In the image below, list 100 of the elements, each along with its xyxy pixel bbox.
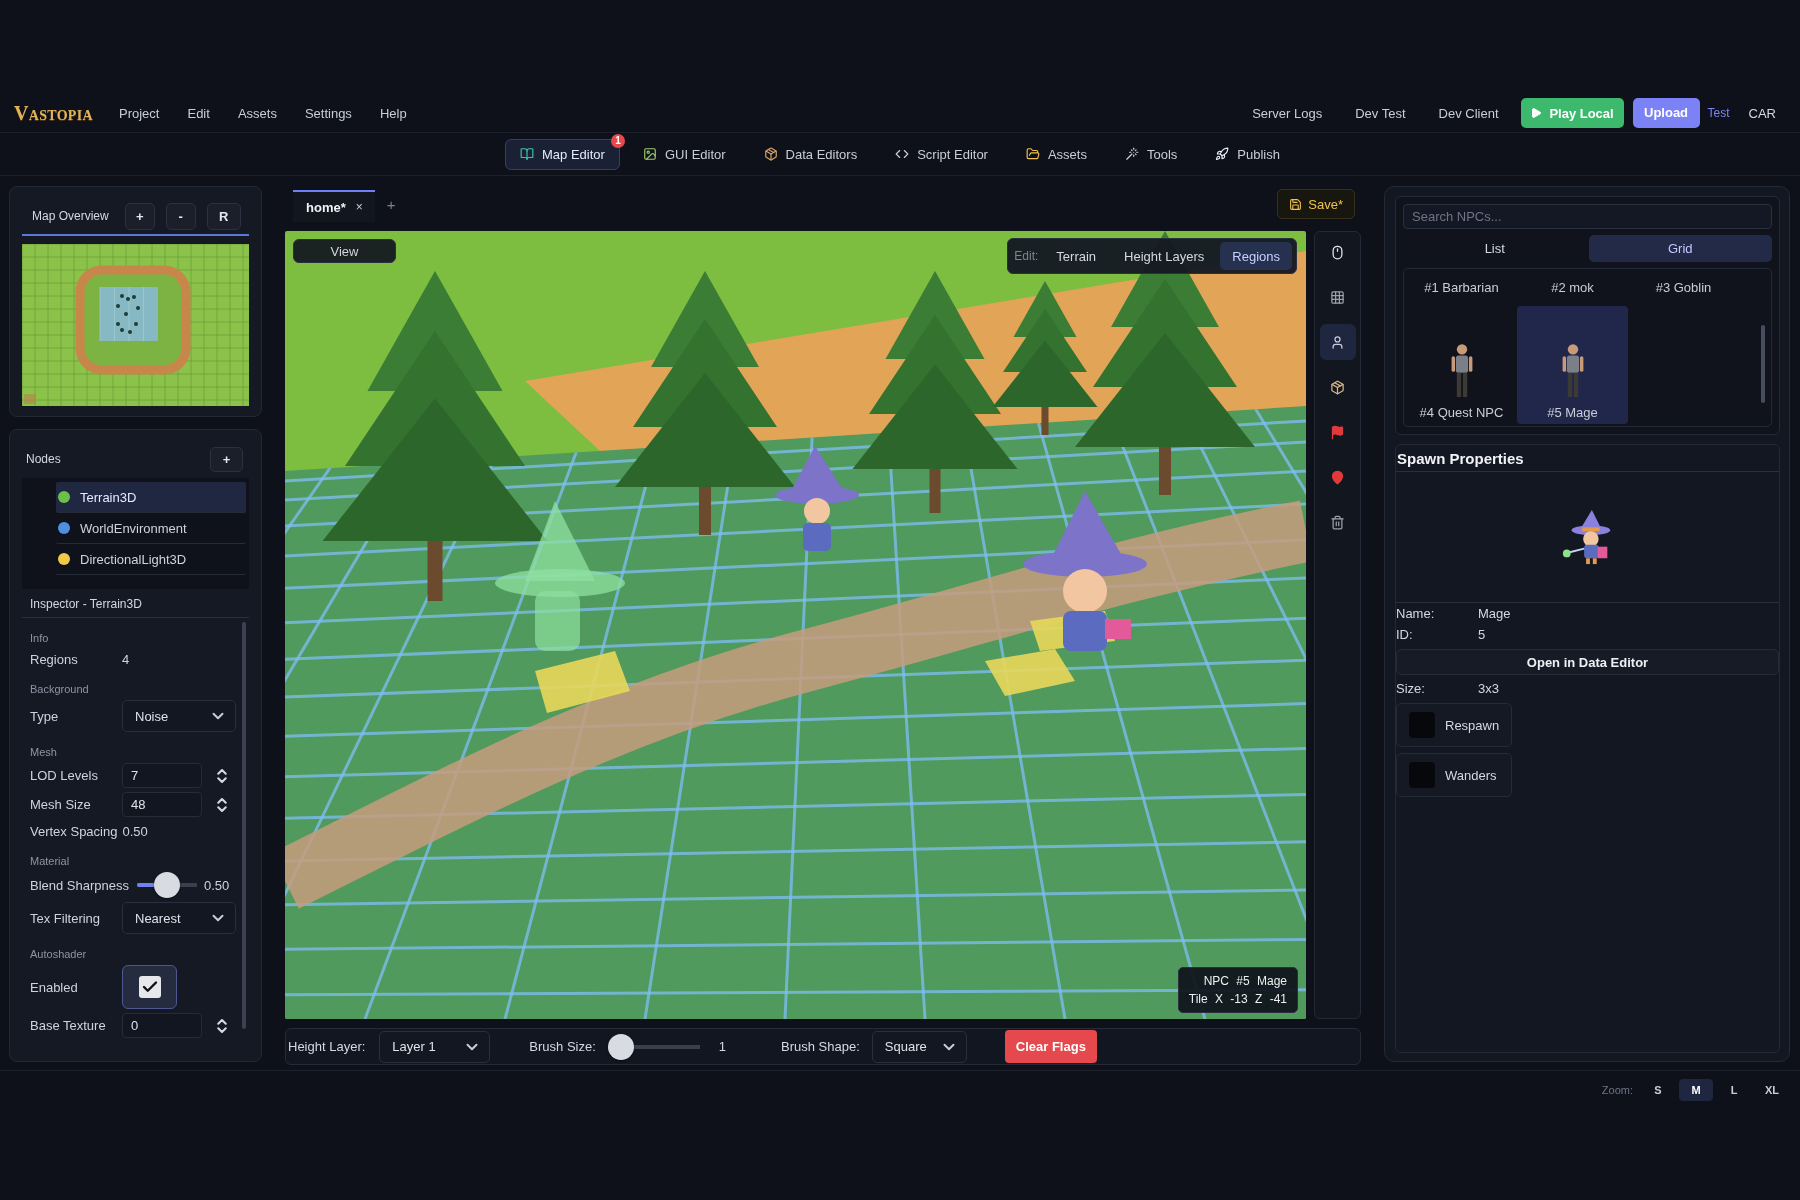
property-label: Size: <box>1396 681 1426 696</box>
node-label: Terrain3D <box>80 489 137 505</box>
nav-link[interactable]: Dev Client <box>1438 105 1499 121</box>
property-value: Mage <box>1478 606 1511 621</box>
checkbox[interactable] <box>122 965 177 1009</box>
property-label: Name: <box>1396 606 1436 621</box>
scrollbar[interactable] <box>1761 325 1765 403</box>
image-icon <box>642 147 657 161</box>
tool-button[interactable] <box>1319 324 1356 360</box>
view-button[interactable]: View <box>293 239 396 263</box>
number-field[interactable]: 48 <box>122 792 202 817</box>
property-label: ID: <box>1396 627 1414 642</box>
dropdown[interactable]: Nearest <box>122 902 236 934</box>
tree-item[interactable]: WorldEnvironment <box>56 513 246 544</box>
tree-item[interactable]: Terrain3D <box>56 482 246 513</box>
open-data-editor-button[interactable]: Open in Data Editor <box>1396 649 1779 675</box>
slider-value: 1 <box>718 1039 727 1054</box>
editor-tab[interactable]: Tools <box>1109 138 1193 170</box>
dropdown[interactable]: Noise <box>122 700 236 732</box>
number-field[interactable]: 0 <box>122 1013 202 1038</box>
tree-item[interactable]: DirectionalLight3D <box>56 544 246 575</box>
npc-card[interactable]: #3 Goblin <box>1628 269 1739 306</box>
editor-tab[interactable]: Data Editors <box>748 138 873 170</box>
box-icon <box>1330 379 1345 395</box>
editor-tab[interactable]: Publish <box>1200 138 1295 170</box>
nav-link[interactable]: Dev Test <box>1355 105 1406 121</box>
checkbox[interactable] <box>1409 762 1435 788</box>
view-toggle-button[interactable]: List <box>1403 235 1587 262</box>
zoom-option[interactable]: S <box>1641 1078 1675 1101</box>
panel-title: Inspector - Terrain3D <box>30 596 142 611</box>
folder-icon <box>1025 147 1040 161</box>
panel-title: Nodes <box>26 452 61 466</box>
zoom-option[interactable]: XL <box>1755 1078 1789 1101</box>
property-label: Blend Sharpness <box>30 877 130 893</box>
slider-thumb[interactable] <box>607 1033 634 1060</box>
rocket-icon <box>1215 147 1230 161</box>
zoom-label: Zoom: <box>1601 1083 1633 1096</box>
mode-tab[interactable]: Height Layers <box>1112 242 1217 270</box>
field-label: Brush Size: <box>529 1039 596 1054</box>
npc-card[interactable]: #5 Mage <box>1517 306 1628 424</box>
notification-badge: 1 <box>610 133 625 148</box>
number-field[interactable]: 7 <box>122 763 202 788</box>
scrollbar[interactable] <box>242 622 246 1029</box>
property-label: Base Texture <box>30 1018 107 1033</box>
zoom-option[interactable]: M <box>1679 1078 1713 1101</box>
section-heading: Background <box>30 682 89 697</box>
map-tool-button[interactable]: - <box>165 202 196 230</box>
dropdown[interactable]: Square <box>871 1030 967 1063</box>
property-value: 5 <box>1478 627 1486 642</box>
editor-tab[interactable]: GUI Editor <box>627 138 741 170</box>
editor-tab[interactable]: Script Editor <box>880 138 1003 170</box>
property-label: Vertex Spacing <box>30 823 119 839</box>
add-tab-button[interactable]: + <box>386 195 396 213</box>
menu-item[interactable]: Settings <box>304 105 352 121</box>
npc-card[interactable]: #4 Quest NPC <box>1406 306 1517 424</box>
mode-tab[interactable]: Terrain <box>1044 242 1109 270</box>
map-pin-icon <box>1330 469 1345 485</box>
npc-card[interactable]: #2 mok <box>1517 269 1628 306</box>
property-value: 4 <box>122 651 130 667</box>
menu-item[interactable]: Help <box>379 105 407 121</box>
node-label: DirectionalLight3D <box>80 551 187 567</box>
add-node-button[interactable]: + <box>210 446 243 472</box>
package-icon <box>763 147 778 161</box>
wand-icon <box>1124 147 1139 161</box>
toolbar-label: Edit: <box>1014 249 1039 263</box>
flag-icon <box>1330 424 1345 440</box>
slider-value: 0.50 <box>204 877 230 893</box>
panel-title: Map Overview <box>32 209 109 223</box>
toggle-button[interactable]: Respawn <box>1396 703 1512 747</box>
nav-link[interactable]: Server Logs <box>1252 105 1323 121</box>
document-tab[interactable]: home* × <box>293 190 375 222</box>
zoom-option[interactable]: L <box>1717 1078 1751 1101</box>
property-label: Tex Filtering <box>30 910 102 926</box>
map-tool-button[interactable]: + <box>124 202 155 230</box>
clear-flags-button[interactable]: Clear Flags <box>1004 1030 1097 1063</box>
checkbox[interactable] <box>1409 712 1435 738</box>
menu-item[interactable]: Assets <box>237 105 277 121</box>
test-link[interactable]: Test <box>1707 106 1730 120</box>
play-icon <box>1530 107 1543 119</box>
tooltip-text: Tile X -13 Z -41 <box>1188 992 1287 1006</box>
map-thumbnail-drawing[interactable] <box>22 244 249 406</box>
user-initials[interactable]: CAR <box>1748 105 1776 121</box>
map-tool-button[interactable]: R <box>206 202 241 230</box>
property-label: Enabled <box>30 979 79 995</box>
mode-tab[interactable]: Regions <box>1220 242 1292 270</box>
mouse-icon <box>1330 244 1345 260</box>
npc-card[interactable]: #1 Barbarian <box>1406 269 1517 306</box>
search-field[interactable]: Search NPCs... <box>1403 204 1772 229</box>
slider-thumb[interactable] <box>154 872 180 898</box>
editor-tab[interactable]: Assets <box>1010 138 1102 170</box>
toggle-button[interactable]: Wanders <box>1396 753 1512 797</box>
property-label: LOD Levels <box>30 768 99 783</box>
menu-item[interactable]: Edit <box>187 105 210 121</box>
view-toggle-button[interactable]: Grid <box>1588 235 1772 262</box>
menu-item[interactable]: Project <box>119 105 160 121</box>
code-icon <box>895 147 910 161</box>
save-button[interactable]: Save* <box>1277 189 1355 219</box>
close-button[interactable]: × <box>355 200 363 214</box>
dropdown[interactable]: Layer 1 <box>379 1030 491 1063</box>
person-icon <box>1330 334 1345 350</box>
